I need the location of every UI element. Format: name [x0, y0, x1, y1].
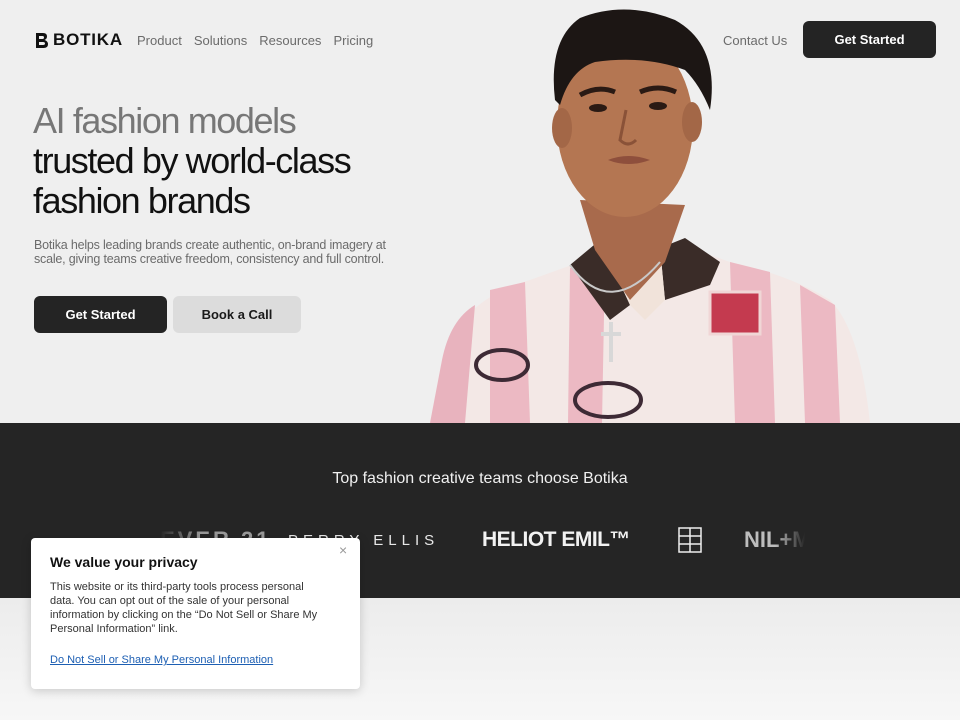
top-nav: BOTIKA Product Solutions Resources Prici… [0, 0, 960, 80]
brand-logo[interactable]: BOTIKA [35, 30, 123, 50]
cookie-body: This website or its third-party tools pr… [50, 581, 318, 635]
nav-get-started-button[interactable]: Get Started [803, 21, 936, 58]
headline-line-2: trusted by world-class [33, 140, 352, 181]
clients-title: Top fashion creative teams choose Botika [332, 470, 628, 487]
book-a-call-button[interactable]: Book a Call [173, 296, 301, 333]
logos-fade-right [775, 520, 805, 560]
contact-us-link[interactable]: Contact Us [723, 33, 787, 48]
hero-get-started-button[interactable]: Get Started [34, 296, 167, 333]
headline-line-1: AI fashion models [33, 100, 297, 141]
nav-links: Product Solutions Resources Pricing [137, 33, 373, 48]
botika-logo-icon [36, 32, 48, 48]
hero-section: BOTIKA Product Solutions Resources Prici… [0, 0, 960, 423]
do-not-sell-link[interactable]: Do Not Sell or Share My Personal Informa… [50, 654, 273, 666]
laredoute-logo-mark [678, 527, 702, 553]
close-icon[interactable]: × [339, 542, 347, 558]
brand-name: BOTIKA [53, 30, 123, 49]
client-logo-heliot-emil: HELIOT EMIL™ [482, 528, 631, 551]
cookie-banner: × We value your privacy This website or … [31, 538, 360, 689]
cookie-title: We value your privacy [50, 554, 198, 570]
nav-link-pricing[interactable]: Pricing [333, 33, 373, 48]
nav-link-product[interactable]: Product [137, 33, 182, 48]
client-logo-laredoute [678, 520, 702, 560]
hero-headline: AI fashion models trusted by world-class… [33, 100, 352, 221]
nav-link-solutions[interactable]: Solutions [194, 33, 247, 48]
nav-link-resources[interactable]: Resources [259, 33, 321, 48]
headline-line-3: fashion brands [33, 180, 251, 221]
hero-subtext: Botika helps leading brands create authe… [34, 238, 386, 266]
